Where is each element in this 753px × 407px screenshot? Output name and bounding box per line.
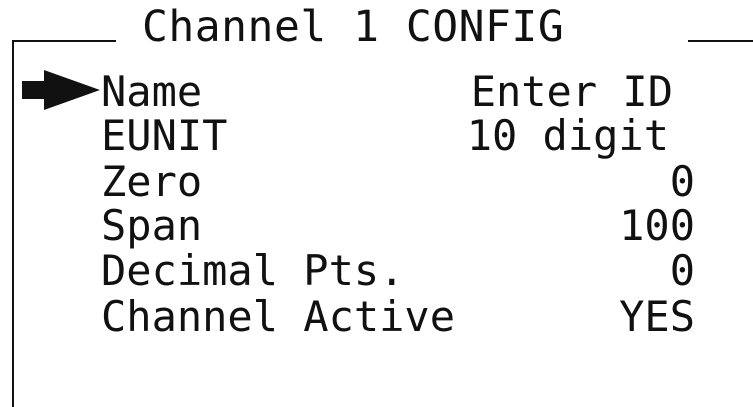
menu-item-name-label[interactable]: Name xyxy=(101,70,202,114)
menu-item-span-label[interactable]: Span xyxy=(101,204,202,248)
selection-arrow-icon xyxy=(22,70,100,110)
menu-item-zero-value[interactable]: 0 xyxy=(670,160,695,204)
lcd-config-screen: Channel 1 CONFIG Name Enter ID EUNIT 10 … xyxy=(0,0,753,407)
menu-item-decimal-pts-label[interactable]: Decimal Pts. xyxy=(101,249,404,293)
menu-item-name-value[interactable]: Enter ID xyxy=(471,70,673,114)
menu-item-channel-active-value[interactable]: YES xyxy=(619,295,695,339)
menu-item-eunit-label[interactable]: EUNIT xyxy=(101,114,227,158)
frame-border-top-right xyxy=(688,40,753,42)
menu-item-eunit-value[interactable]: 10 digit xyxy=(467,114,669,158)
screen-title: Channel 1 CONFIG xyxy=(142,2,565,52)
frame-border-top-left xyxy=(12,40,116,42)
frame-border-left xyxy=(12,40,14,407)
menu-item-decimal-pts-value[interactable]: 0 xyxy=(670,249,695,293)
menu-item-zero-label[interactable]: Zero xyxy=(101,160,202,204)
menu-item-channel-active-label[interactable]: Channel Active xyxy=(101,295,455,339)
menu-item-span-value[interactable]: 100 xyxy=(619,204,695,248)
